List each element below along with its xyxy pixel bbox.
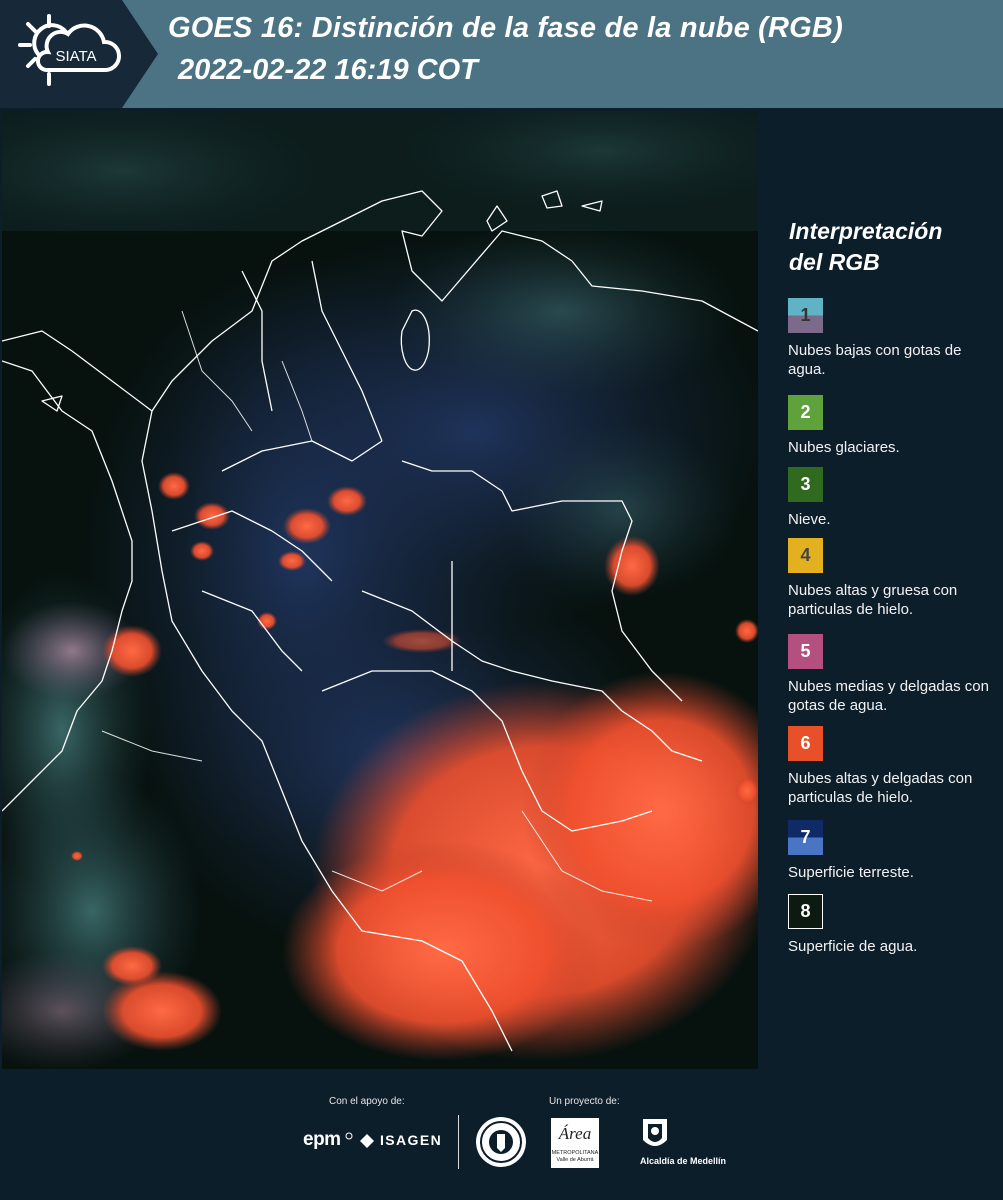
legend-item-3: 3 Nieve. (788, 467, 1003, 529)
svg-text:SIATA: SIATA (55, 48, 96, 65)
epm-mark-icon (345, 1132, 353, 1140)
satellite-map (2, 111, 758, 1069)
legend-swatch-2: 2 (788, 395, 823, 430)
legend-label-6: Nubes altas y delgadas con particulas de… (788, 770, 973, 806)
support-label: Con el apoyo de: (329, 1096, 405, 1107)
legend-item-1: 1 Nubes bajas con gotas de agua. (788, 298, 1003, 379)
legend-label-3: Nieve. (788, 511, 831, 528)
medellin-shield-icon (643, 1119, 667, 1146)
legend-panel: Interpretación del RGB 1 Nubes bajas con… (770, 108, 1003, 1070)
legend-swatch-7: 7 (788, 820, 823, 855)
legend-item-8: 8 Superficie de agua. (788, 894, 1003, 956)
legend-title: Interpretación del RGB (789, 218, 943, 275)
legend-label-2: Nubes glaciares. (788, 439, 900, 456)
legend-label-1: Nubes bajas con gotas de agua. (788, 342, 962, 378)
legend-swatch-5: 5 (788, 634, 823, 669)
timestamp: 2022-02-22 16:19 COT (178, 54, 478, 86)
legend-item-6: 6 Nubes altas y delgadas con particulas … (788, 726, 1003, 807)
legend-swatch-3: 3 (788, 467, 823, 502)
header-bar: SIATA GOES 16: Distinción de la fase de … (0, 0, 1003, 108)
legend-label-8: Superficie de agua. (788, 938, 918, 955)
legend-label-4: Nubes altas y gruesa con particulas de h… (788, 582, 958, 618)
legend-swatch-4: 4 (788, 538, 823, 573)
legend-item-5: 5 Nubes medias y delgadas con gotas de a… (788, 634, 1003, 715)
legend-item-2: 2 Nubes glaciares. (788, 395, 1003, 457)
footer: Con el apoyo de: Un proyecto de: epm ISA… (0, 1070, 1003, 1200)
legend-swatch-6: 6 (788, 726, 823, 761)
legend-label-7: Superficie terreste. (788, 864, 914, 881)
legend-label-5: Nubes medias y delgadas con gotas de agu… (788, 678, 989, 714)
area-metropolitana-logo: Área METROPOLITANA Valle de Aburrá (551, 1118, 599, 1168)
legend-item-4: 4 Nubes altas y gruesa con particulas de… (788, 538, 1003, 619)
sun-cloud-icon: SIATA (18, 14, 122, 86)
seal-logo (476, 1117, 526, 1167)
epm-logo: epm (303, 1129, 341, 1150)
project-label: Un proyecto de: (549, 1096, 620, 1107)
siata-logo: SIATA (0, 0, 158, 108)
legend-swatch-8: 8 (788, 894, 823, 929)
page-title: GOES 16: Distinción de la fase de la nub… (168, 12, 843, 44)
footer-divider (458, 1115, 459, 1169)
alcaldia-logo: Alcaldía de Medellín (640, 1156, 727, 1166)
isagen-mark-icon (360, 1134, 374, 1148)
isagen-logo: ISAGEN (380, 1132, 443, 1148)
legend-item-7: 7 Superficie terreste. (788, 820, 1003, 882)
legend-swatch-1: 1 (788, 298, 823, 333)
